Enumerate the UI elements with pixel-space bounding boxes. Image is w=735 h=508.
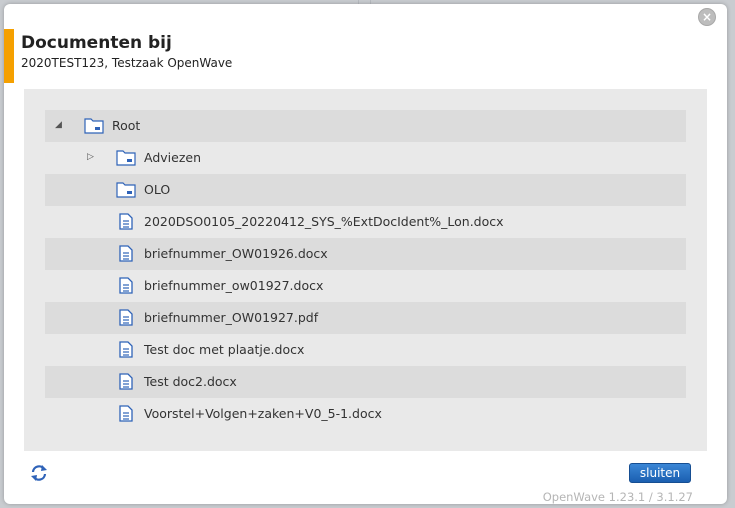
tree-file-row[interactable]: briefnummer_OW01926.docx	[45, 238, 686, 270]
document-icon	[119, 277, 133, 294]
document-icon	[119, 245, 133, 262]
tree-folder-row[interactable]: OLO	[45, 174, 686, 206]
document-tree: ◢ Root ▷ Adviezen OLO 2020DSO0105_20220412_SY…	[45, 110, 686, 430]
tree-file-row[interactable]: Test doc2.docx	[45, 366, 686, 398]
tree-file-row[interactable]: briefnummer_ow01927.docx	[45, 270, 686, 302]
tree-item-label[interactable]: Root	[112, 118, 140, 133]
tree-item-label[interactable]: briefnummer_ow01927.docx	[144, 278, 323, 293]
tree-item-label[interactable]: 2020DSO0105_20220412_SYS_%ExtDocIdent%_L…	[144, 214, 504, 229]
folder-icon	[84, 117, 104, 134]
close-button[interactable]: sluiten	[629, 463, 691, 483]
documents-dialog: × Documenten bij 2020TEST123, Testzaak O…	[4, 4, 727, 504]
tree-item-label[interactable]: Voorstel+Volgen+zaken+V0_5-1.docx	[144, 406, 382, 421]
document-icon	[119, 341, 133, 358]
accent-bar	[4, 29, 14, 83]
folder-icon	[116, 149, 136, 166]
document-icon	[119, 213, 133, 230]
tree-file-row[interactable]: briefnummer_OW01927.pdf	[45, 302, 686, 334]
document-icon	[119, 373, 133, 390]
version-label: OpenWave 1.23.1 / 3.1.27	[542, 490, 693, 504]
tree-item-label[interactable]: Test doc2.docx	[144, 374, 237, 389]
folder-icon	[116, 181, 136, 198]
tree-folder-row[interactable]: ▷ Adviezen	[45, 142, 686, 174]
tree-file-row[interactable]: Voorstel+Volgen+zaken+V0_5-1.docx	[45, 398, 686, 430]
tree-folder-row[interactable]: ◢ Root	[45, 110, 686, 142]
refresh-icon[interactable]	[30, 464, 48, 482]
tree-file-row[interactable]: Test doc met plaatje.docx	[45, 334, 686, 366]
document-tree-panel: ◢ Root ▷ Adviezen OLO 2020DSO0105_20220412_SY…	[24, 89, 707, 451]
close-icon[interactable]: ×	[698, 8, 716, 26]
document-icon	[119, 405, 133, 422]
tree-item-label[interactable]: Test doc met plaatje.docx	[144, 342, 304, 357]
tree-item-label[interactable]: Adviezen	[144, 150, 201, 165]
tree-item-label[interactable]: briefnummer_OW01927.pdf	[144, 310, 318, 325]
expanded-arrow-icon[interactable]: ◢	[55, 119, 65, 131]
tree-file-row[interactable]: 2020DSO0105_20220412_SYS_%ExtDocIdent%_L…	[45, 206, 686, 238]
dialog-subtitle: 2020TEST123, Testzaak OpenWave	[21, 56, 233, 70]
collapsed-arrow-icon[interactable]: ▷	[87, 151, 97, 163]
tree-item-label[interactable]: OLO	[144, 182, 170, 197]
tree-item-label[interactable]: briefnummer_OW01926.docx	[144, 246, 328, 261]
document-icon	[119, 309, 133, 326]
dialog-title: Documenten bij	[21, 33, 172, 53]
